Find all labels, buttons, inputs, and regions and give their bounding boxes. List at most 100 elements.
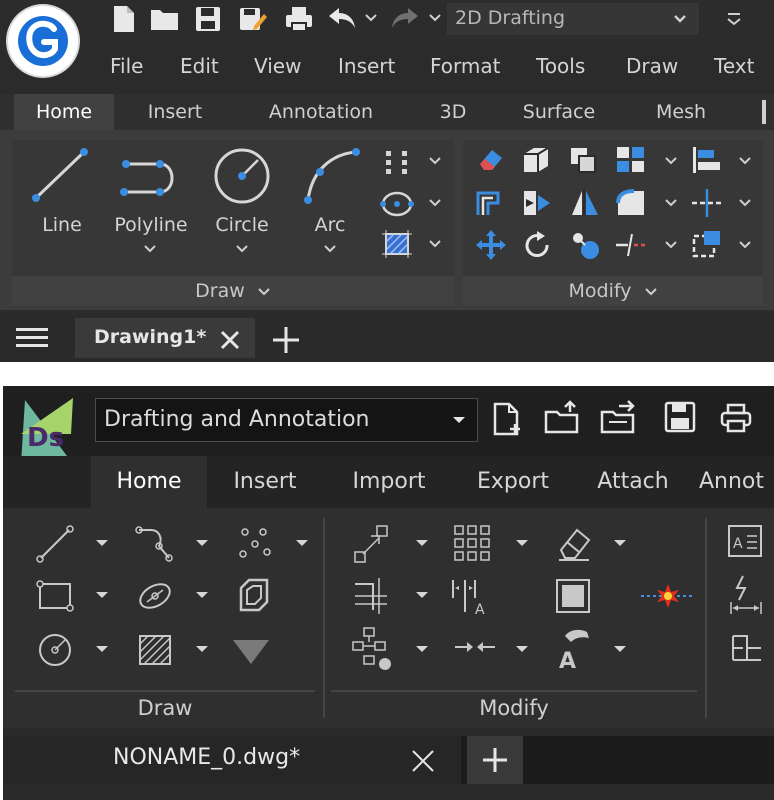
- tab-annotate[interactable]: Annot: [699, 456, 774, 508]
- erase-icon[interactable]: [476, 146, 506, 174]
- tab-home[interactable]: Home: [91, 456, 207, 508]
- trim-dropdown-icon[interactable]: [415, 590, 429, 600]
- tab-mesh[interactable]: Mesh: [636, 94, 726, 130]
- tab-insert[interactable]: Insert: [213, 456, 317, 508]
- draw-panel-footer[interactable]: Draw: [12, 276, 454, 306]
- menu-text[interactable]: Text: [714, 54, 754, 78]
- ellipse-dropdown-icon[interactable]: [428, 198, 442, 208]
- close-tab-icon[interactable]: [218, 328, 242, 352]
- match-properties-icon[interactable]: A: [551, 622, 595, 674]
- array-dropdown-icon[interactable]: [664, 156, 678, 166]
- polyline-icon[interactable]: [112, 146, 188, 206]
- wipeout-icon[interactable]: [229, 632, 273, 668]
- highlight-star-icon[interactable]: [639, 574, 697, 618]
- tab-annotation[interactable]: Annotation: [244, 94, 398, 130]
- line-icon[interactable]: [28, 146, 92, 206]
- align-icon[interactable]: [690, 144, 722, 176]
- tab-home[interactable]: Home: [14, 94, 114, 130]
- ellipse-dropdown-icon[interactable]: [195, 590, 209, 600]
- workspace-selector[interactable]: 2D Drafting: [447, 3, 699, 35]
- point-icon[interactable]: [382, 148, 412, 176]
- print-icon[interactable]: [719, 402, 753, 434]
- polyline-icon[interactable]: [133, 524, 177, 564]
- fillet-dropdown-icon[interactable]: [664, 198, 678, 208]
- arc-label[interactable]: Arc: [300, 214, 360, 236]
- table-icon[interactable]: [727, 630, 767, 670]
- menu-tools[interactable]: Tools: [536, 54, 585, 78]
- workspace-selector[interactable]: Drafting and Annotation: [95, 398, 478, 442]
- block-editor-dropdown-icon[interactable]: [415, 644, 429, 654]
- edit-dimension-icon[interactable]: A: [449, 574, 493, 618]
- trim-icon[interactable]: [690, 187, 724, 219]
- redo-dropdown-icon[interactable]: [428, 13, 442, 23]
- hatch-icon[interactable]: [380, 228, 414, 260]
- tab-attach[interactable]: Attach: [575, 456, 691, 508]
- ellipse-icon[interactable]: [133, 576, 177, 616]
- hatch-dropdown-icon[interactable]: [195, 644, 209, 654]
- circle-dropdown-icon[interactable]: [95, 644, 109, 654]
- redo-icon[interactable]: [390, 6, 420, 30]
- viewport-icon[interactable]: [551, 574, 595, 618]
- new-file-icon[interactable]: [491, 402, 525, 438]
- menu-insert[interactable]: Insert: [338, 54, 395, 78]
- mirror-icon[interactable]: [520, 187, 554, 219]
- arc-icon[interactable]: [298, 146, 362, 206]
- break-dropdown-icon[interactable]: [664, 240, 678, 250]
- stretch-icon[interactable]: [568, 187, 602, 219]
- menu-view[interactable]: View: [254, 54, 301, 78]
- modify-panel-footer[interactable]: Modify: [463, 276, 763, 306]
- circle-icon[interactable]: [210, 146, 274, 206]
- break-icon[interactable]: [614, 228, 648, 262]
- hatch-icon[interactable]: [133, 630, 177, 670]
- trim-icon[interactable]: [349, 574, 393, 618]
- menu-edit[interactable]: Edit: [180, 54, 219, 78]
- scale-move-dropdown-icon[interactable]: [415, 538, 429, 548]
- join-dropdown-icon[interactable]: [515, 644, 529, 654]
- explode-icon[interactable]: [690, 228, 724, 262]
- trim-dropdown-icon[interactable]: [738, 198, 752, 208]
- text-icon[interactable]: A: [727, 522, 767, 566]
- scale-icon[interactable]: [568, 228, 602, 262]
- save-icon[interactable]: [663, 400, 697, 436]
- 3d-box-icon[interactable]: [520, 144, 552, 176]
- fillet-icon[interactable]: [614, 187, 648, 219]
- block-editor-icon[interactable]: [349, 626, 393, 674]
- match-properties-dropdown-icon[interactable]: [613, 644, 627, 654]
- menu-draw[interactable]: Draw: [626, 54, 678, 78]
- explode-dropdown-icon[interactable]: [738, 240, 752, 250]
- align-dropdown-icon[interactable]: [738, 156, 752, 166]
- line-icon[interactable]: [33, 524, 77, 564]
- array-dropdown-icon[interactable]: [515, 538, 529, 548]
- region-icon[interactable]: [233, 576, 277, 616]
- undo-dropdown-icon[interactable]: [364, 13, 378, 23]
- hatch-dropdown-icon[interactable]: [428, 239, 442, 249]
- polyline-label[interactable]: Polyline: [106, 214, 196, 236]
- open-folder-icon[interactable]: [150, 6, 180, 32]
- customize-toolbar-icon[interactable]: [726, 10, 742, 28]
- rectangle-dropdown-icon[interactable]: [95, 590, 109, 600]
- circle-dropdown-icon[interactable]: [235, 244, 249, 254]
- close-tab-icon[interactable]: [409, 747, 437, 775]
- print-icon[interactable]: [284, 5, 314, 33]
- line-label[interactable]: Line: [22, 214, 102, 236]
- rectangle-icon[interactable]: [33, 576, 77, 616]
- export-folder-icon[interactable]: [599, 400, 641, 436]
- tab-insert[interactable]: Insert: [126, 94, 224, 130]
- dimension-icon[interactable]: [727, 572, 767, 618]
- save-icon[interactable]: [194, 5, 222, 33]
- line-dropdown-icon[interactable]: [95, 538, 109, 548]
- tab-import[interactable]: Import: [329, 456, 449, 508]
- array-icon[interactable]: [451, 522, 495, 566]
- erase-icon[interactable]: [551, 522, 595, 566]
- save-as-icon[interactable]: [238, 4, 268, 34]
- tab-3d[interactable]: 3D: [420, 94, 486, 130]
- points-dropdown-icon[interactable]: [295, 538, 309, 548]
- erase-dropdown-icon[interactable]: [613, 538, 627, 548]
- arc-dropdown-icon[interactable]: [323, 244, 337, 254]
- new-file-icon[interactable]: [112, 4, 136, 34]
- tab-surface[interactable]: Surface: [506, 94, 612, 130]
- polyline-dropdown-icon[interactable]: [143, 244, 157, 254]
- move-icon[interactable]: [474, 228, 508, 262]
- circle-label[interactable]: Circle: [204, 214, 280, 236]
- hamburger-menu-icon[interactable]: [14, 324, 50, 352]
